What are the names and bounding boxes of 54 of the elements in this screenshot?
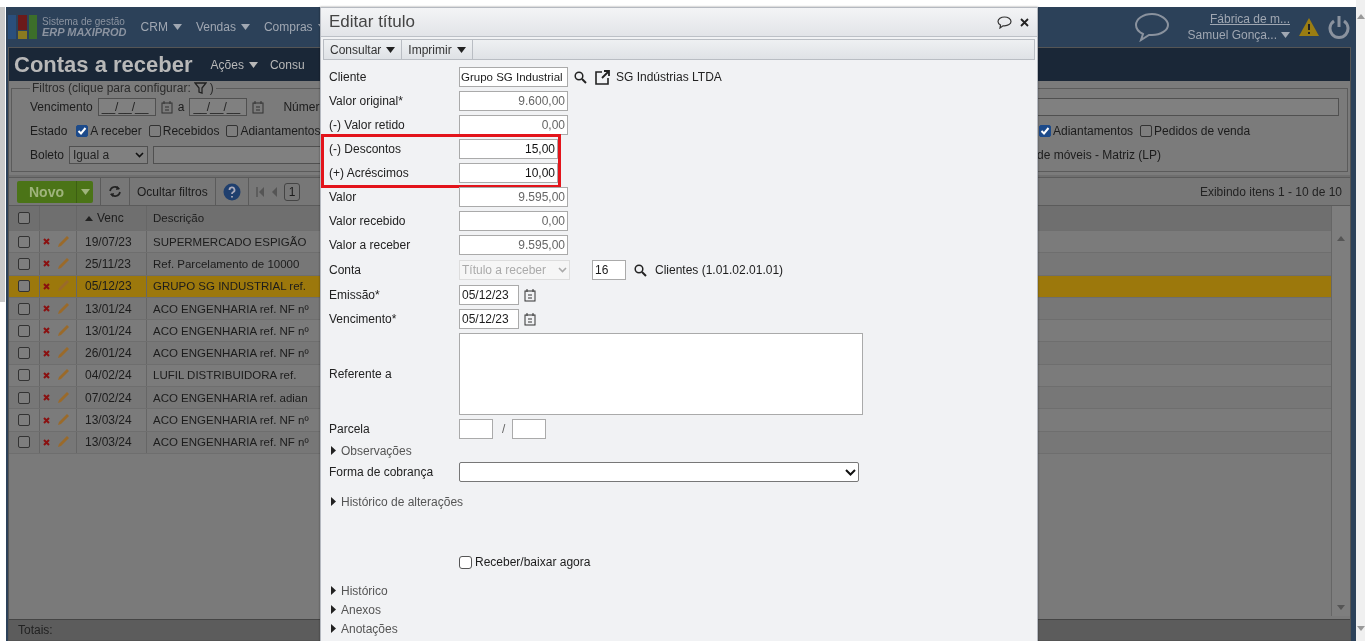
table-cell: 05/12/23 bbox=[77, 275, 147, 297]
field-label: (-) Valor retido bbox=[329, 118, 406, 132]
filter-label: a bbox=[177, 100, 185, 114]
checkbox-label: Adiantamentos bbox=[240, 124, 321, 138]
filter-label: Vencimento bbox=[30, 100, 93, 114]
table-cell-text: SUPERMERCADO ESPIGÃO bbox=[152, 235, 307, 248]
table-cell: 19/07/23 bbox=[77, 231, 147, 253]
checkbox-label: A receber bbox=[90, 124, 142, 138]
logo-subtitle: Sistema de gestão bbox=[42, 16, 125, 27]
filter-label: Boleto bbox=[30, 148, 65, 162]
account-name: Clientes (1.01.02.01.01) bbox=[655, 263, 784, 277]
table-cell-text: ACO ENGENHARIA ref. NF nº bbox=[152, 414, 309, 426]
table-cell-text: ACO ENGENHARIA ref. NF nº bbox=[152, 436, 309, 449]
table-cell: 13/01/24 bbox=[77, 297, 147, 320]
checkbox-label: Recebidos bbox=[162, 124, 220, 138]
field-label: (+) Acréscimos bbox=[329, 166, 410, 180]
field-label: Emissão* bbox=[329, 288, 381, 302]
logo-title: ERP MAXIPROD bbox=[42, 27, 127, 38]
field-label: Parcela bbox=[329, 422, 371, 436]
table-cell-text: GRUPO SG INDUSTRIAL ref. bbox=[152, 280, 306, 293]
dialog-title: Editar título bbox=[329, 12, 415, 32]
checkbox-label: Adiantamentos bbox=[1053, 124, 1134, 138]
field-label: (-) Descontos bbox=[329, 142, 403, 156]
field-label: Cliente bbox=[329, 70, 368, 84]
table-cell-text: ACO ENGENHARIA ref. NF nº bbox=[152, 324, 309, 337]
field-label: Valor bbox=[329, 190, 358, 204]
company-filter-text: de móveis - Matriz (LP) bbox=[1036, 148, 1162, 162]
table-cell: 04/02/24 bbox=[77, 364, 147, 387]
table-cell-text: ACO ENGENHARIA ref. NF nº bbox=[152, 302, 309, 315]
checkbox-label: Pedidos de venda bbox=[1154, 124, 1251, 138]
items-summary: Exibindo itens 1 - 10 de 10 bbox=[1199, 184, 1342, 199]
field-label: Valor recebido bbox=[329, 214, 407, 228]
table-cell: 13/03/24 bbox=[77, 431, 147, 453]
field-label: Referente a bbox=[329, 367, 393, 381]
field-label: Valor original* bbox=[329, 94, 404, 108]
table-cell: 25/11/23 bbox=[77, 253, 147, 275]
table-cell: 26/01/24 bbox=[77, 342, 147, 364]
table-cell-text: ACO ENGENHARIA ref. adian bbox=[152, 391, 308, 404]
page-title: Contas a receber bbox=[14, 51, 193, 78]
table-cell: 13/03/24 bbox=[77, 409, 147, 431]
filter-label: Númer bbox=[283, 100, 320, 114]
filter-label: Estado bbox=[30, 124, 68, 138]
table-cell: 07/02/24 bbox=[77, 387, 147, 409]
totals-label: Totais: bbox=[18, 623, 53, 637]
field-label: Vencimento* bbox=[329, 312, 398, 326]
field-label: Forma de cobrança bbox=[329, 465, 435, 479]
table-cell-text: ACO ENGENHARIA ref. NF nº bbox=[152, 347, 309, 360]
table-cell: 13/01/24 bbox=[77, 320, 147, 342]
filter-legend-end: ) bbox=[209, 81, 214, 95]
table-cell-text: LUFIL DISTRIBUIDORA ref. bbox=[152, 369, 297, 382]
table-cell-text: Ref. Parcelamento de 10000 bbox=[152, 257, 300, 270]
field-label: Conta bbox=[329, 263, 363, 277]
field-label: Valor a receber bbox=[329, 238, 412, 252]
separator: / bbox=[502, 422, 506, 436]
